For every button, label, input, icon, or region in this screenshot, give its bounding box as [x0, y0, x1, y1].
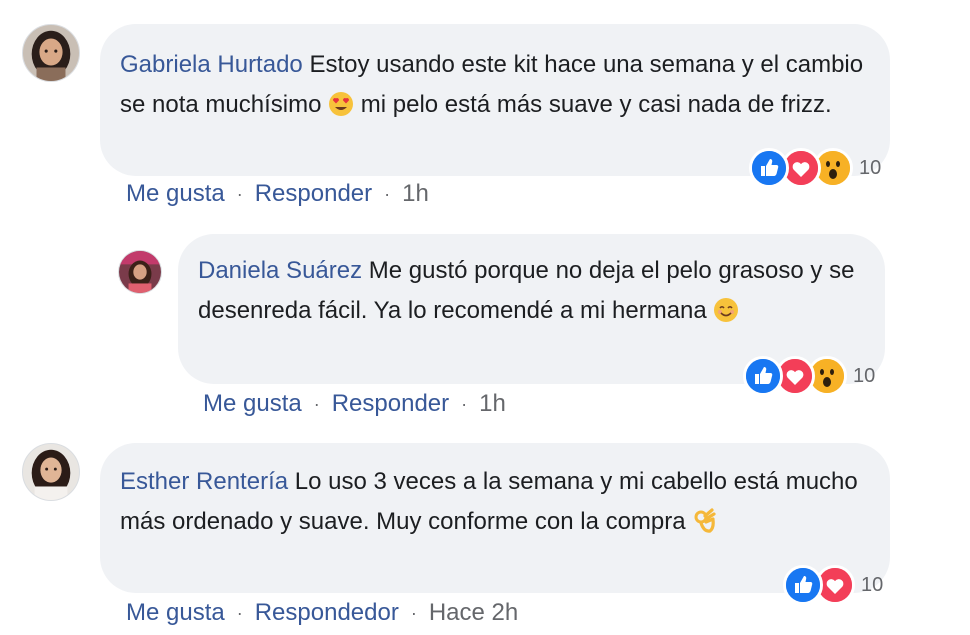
separator-dot: · [461, 393, 468, 414]
reaction-count: 10 [861, 573, 884, 596]
comment-actions-1: Me gusta · Responder · 1h [126, 180, 429, 208]
avatar-esther[interactable] [22, 443, 80, 501]
like-button[interactable]: Me gusta [126, 599, 225, 627]
comment-timestamp[interactable]: Hace 2h [429, 599, 518, 627]
like-reaction-icon [743, 356, 783, 396]
reaction-count: 10 [859, 156, 882, 179]
reactions-1[interactable]: 10 [749, 148, 881, 188]
comment-actions-2: Me gusta · Responder · 1h [203, 390, 506, 418]
reply-button[interactable]: Responder [255, 180, 372, 208]
separator-dot: · [313, 393, 320, 414]
ok-hand-emoji-icon [692, 508, 718, 534]
reactions-3[interactable]: 10 [783, 565, 883, 605]
avatar-daniela[interactable] [118, 250, 162, 294]
comment-timestamp[interactable]: 1h [479, 390, 506, 418]
heart-eyes-emoji-icon [328, 91, 354, 117]
separator-dot: · [236, 602, 243, 623]
like-reaction-icon [783, 565, 823, 605]
smiling-emoji-icon [713, 297, 739, 323]
like-reaction-icon [749, 148, 789, 188]
reply-button[interactable]: Respondedor [255, 599, 399, 627]
comment-timestamp[interactable]: 1h [402, 180, 429, 208]
reaction-count: 10 [853, 364, 876, 387]
avatar-gabriela[interactable] [22, 24, 80, 82]
reply-button[interactable]: Responder [332, 390, 449, 418]
like-button[interactable]: Me gusta [203, 390, 302, 418]
comment-author[interactable]: Daniela Suárez [198, 257, 362, 284]
separator-dot: · [236, 183, 243, 204]
comment-actions-3: Me gusta · Respondedor · Hace 2h [126, 599, 518, 627]
comment-text-part: mi pelo está más suave y casi nada de fr… [360, 91, 832, 118]
comment-bubble-3: Esther Rentería Lo uso 3 veces a la sema… [100, 443, 890, 593]
like-button[interactable]: Me gusta [126, 180, 225, 208]
comment-author[interactable]: Gabriela Hurtado [120, 51, 303, 78]
reactions-2[interactable]: 10 [743, 356, 875, 396]
separator-dot: · [384, 183, 391, 204]
comment-author[interactable]: Esther Rentería [120, 468, 288, 495]
separator-dot: · [410, 602, 417, 623]
